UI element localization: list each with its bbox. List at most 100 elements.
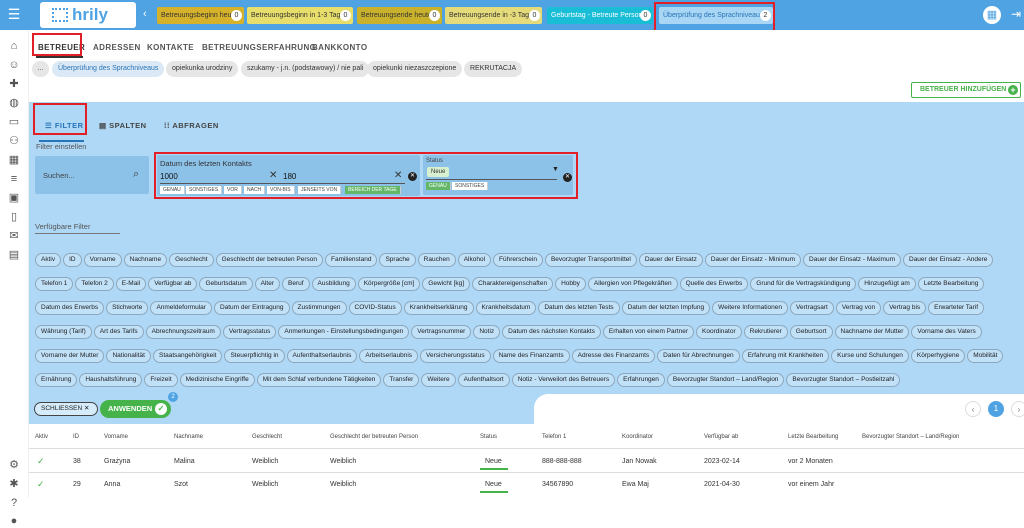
available-filter-chip[interactable]: Aktiv [35,253,62,267]
filter-tab-start-today[interactable]: Betreuungsbeginn heute 0 [157,7,244,24]
available-filter-chip[interactable]: Medizinische Eingriffe [179,373,255,387]
available-filter-chip[interactable]: Vertrag von [835,301,882,315]
available-filter-chip[interactable]: Bevorzugter Standort – Postleitzahl [786,373,901,387]
help-icon[interactable]: ? [7,496,21,510]
close-button[interactable]: SCHLIESSEN ✕ [34,402,98,416]
available-filter-chip[interactable]: Erhalten von einem Partner [602,325,695,339]
date-filter-from-input[interactable]: 1000 [160,172,178,181]
column-header[interactable]: Verfügbar ab [704,434,738,440]
mode-bereich[interactable]: BEREICH DER TAGE [345,186,401,194]
dashboard-icon[interactable]: ▦ [7,153,21,167]
available-filter-chip[interactable]: Allergien von Pflegekräften [587,277,678,291]
next-page-button[interactable]: › [1011,401,1024,417]
saved-filter-more[interactable]: ... [32,61,49,77]
available-filter-chip[interactable]: Stichworte [106,301,149,315]
dropdown-arrow-icon[interactable]: ▼ [552,166,559,173]
tab-queries[interactable]: ⁞⁞ ABFRAGEN [164,121,219,130]
available-filter-chip[interactable]: Freizeit [144,373,178,387]
clear-icon[interactable]: ✕ [394,170,402,181]
available-filter-chip[interactable]: Krankheitsdatum [475,301,537,315]
add-caregiver-button[interactable]: BETREUER HINZUFÜGEN + [911,82,1021,98]
filter-tab-birthday[interactable]: Geburtstag - Betreute Person 0 [547,7,653,24]
column-header[interactable]: Geschlecht der betreuten Person [330,434,418,440]
available-filter-chip[interactable]: Nachname [123,253,168,267]
search-icon[interactable]: ⌕ [133,168,139,181]
available-filter-chip[interactable]: Dauer der Einsatz [638,253,703,267]
available-filter-chip[interactable]: Bevorzugter Standort – Land/Region [666,373,785,387]
available-filter-chip[interactable]: Notiz [473,325,501,339]
available-filter-chip[interactable]: Telefon 1 [35,277,74,291]
mode-von-bis[interactable]: VON-BIS [267,186,295,194]
available-filter-chip[interactable]: Vertragsnummer [411,325,472,339]
available-filter-chip[interactable]: Geburtsdatum [199,277,253,291]
available-filter-chip[interactable]: Familienstand [324,253,378,267]
filter-tab-end-3[interactable]: Betreuungsende in -3 Tagen 0 [445,7,542,24]
available-filter-chip[interactable]: Transfer [383,373,420,387]
account-icon[interactable]: ● [7,514,21,528]
column-header[interactable]: Status [480,434,497,440]
clear-icon[interactable]: ✕ [269,170,277,181]
available-filter-chip[interactable]: Beruf [282,277,310,291]
available-filter-chip[interactable]: Anmeldeformular [150,301,212,315]
available-filter-chip[interactable]: Gewicht [kg] [422,277,471,291]
available-filter-chip[interactable]: Daten für Abrechnungen [657,349,740,363]
available-filter-chip[interactable]: Weitere [421,373,456,387]
available-filter-chip[interactable]: E-Mail [115,277,147,291]
mode-genau[interactable]: GENAU [426,182,451,190]
available-filter-chip[interactable]: Datum des Erwerbs [35,301,105,315]
menu-icon[interactable]: ☰ [6,6,22,22]
mode-sonstiges[interactable]: SONSTIGES [186,186,223,194]
page-1-button[interactable]: 1 [988,401,1004,417]
mode-nach[interactable]: NACH [244,186,266,194]
mode-sonstiges[interactable]: SONSTIGES [452,182,489,190]
face-icon[interactable]: ☺ [7,58,21,72]
available-filter-chip[interactable]: Erfahrungen [617,373,665,387]
available-filter-chip[interactable]: Kurse und Schulungen [831,349,909,363]
available-filter-chip[interactable]: Krankheitserklärung [403,301,474,315]
available-filter-chip[interactable]: Rekrutierer [743,325,788,339]
available-filter-chip[interactable]: ID [63,253,82,267]
available-filter-chip[interactable]: Grund für die Vertragskündigung [750,277,857,291]
available-filter-chip[interactable]: Vorname des Vaters [911,325,982,339]
available-filter-chip[interactable]: Koordinator [696,325,742,339]
bus-icon[interactable]: ▭ [7,115,21,129]
saved-filter-chip[interactable]: opiekunka urodziny [166,61,239,77]
saved-filter-chip[interactable]: opiekunki niezaszczepione [367,61,463,77]
extension-icon[interactable]: ✱ [7,477,21,491]
available-filter-chip[interactable]: Sprache [379,253,416,267]
available-filter-chip[interactable]: Dauer der Einsatz - Minimum [704,253,802,267]
available-filter-chip[interactable]: Datum des nächsten Kontakts [502,325,601,339]
tab-bankkonto[interactable]: BANKKONTO [312,43,367,52]
saved-filter-chip[interactable]: REKRUTACJA [464,61,523,77]
available-filter-chip[interactable]: Zustimmungen [291,301,347,315]
filter-tab-start-1-3[interactable]: Betreuungsbeginn in 1-3 Tagen 0 [247,7,353,24]
available-filter-chip[interactable]: Charaktereigenschaften [472,277,554,291]
available-filter-chip[interactable]: Vorname der Mutter [35,349,105,363]
chat-icon[interactable]: ▤ [7,248,21,262]
available-filter-chip[interactable]: Nationalität [106,349,151,363]
available-filter-chip[interactable]: Hinzugefügt am [858,277,916,291]
prev-page-button[interactable]: ‹ [965,401,981,417]
column-header[interactable]: Bevorzugter Standort – Land/Region [862,434,959,440]
available-filter-chip[interactable]: Datum der letzten Impfung [621,301,711,315]
available-filter-chip[interactable]: Weitere Informationen [712,301,789,315]
remove-filter-icon[interactable]: ✕ [563,173,572,182]
available-filter-chip[interactable]: Dauer der Einsatz - Maximum [803,253,901,267]
available-filter-chip[interactable]: Datum der Eintragung [213,301,290,315]
tab-adressen[interactable]: ADRESSEN [93,43,141,52]
saved-filter-chip[interactable]: Überprüfung des Sprachniveaus [52,61,165,77]
available-filter-chip[interactable]: Mit dem Schlaf verbundene Tätigkeiten [256,373,382,387]
available-filter-chip[interactable]: Körperhygiene [910,349,966,363]
available-filter-chip[interactable]: Letzte Bearbeitung [917,277,985,291]
column-header[interactable]: Letzte Bearbeitung [788,434,838,440]
saved-filter-chip[interactable]: szukamy - j.n. (podstawowy) / nie pali [241,61,370,77]
tab-kontakte[interactable]: KONTAKTE [147,43,194,52]
available-filter-chip[interactable]: Alter [254,277,280,291]
status-value-chip[interactable]: Neue [427,167,450,177]
available-filter-chip[interactable]: Mobilität [967,349,1004,363]
available-filter-chip[interactable]: Datum des letzten Tests [538,301,620,315]
available-filter-chip[interactable]: Vertrag bis [883,301,927,315]
mode-vor[interactable]: VOR [224,186,242,194]
available-filter-chip[interactable]: Verfügbar ab [148,277,198,291]
available-filter-chip[interactable]: Abrechnungszeitraum [145,325,221,339]
